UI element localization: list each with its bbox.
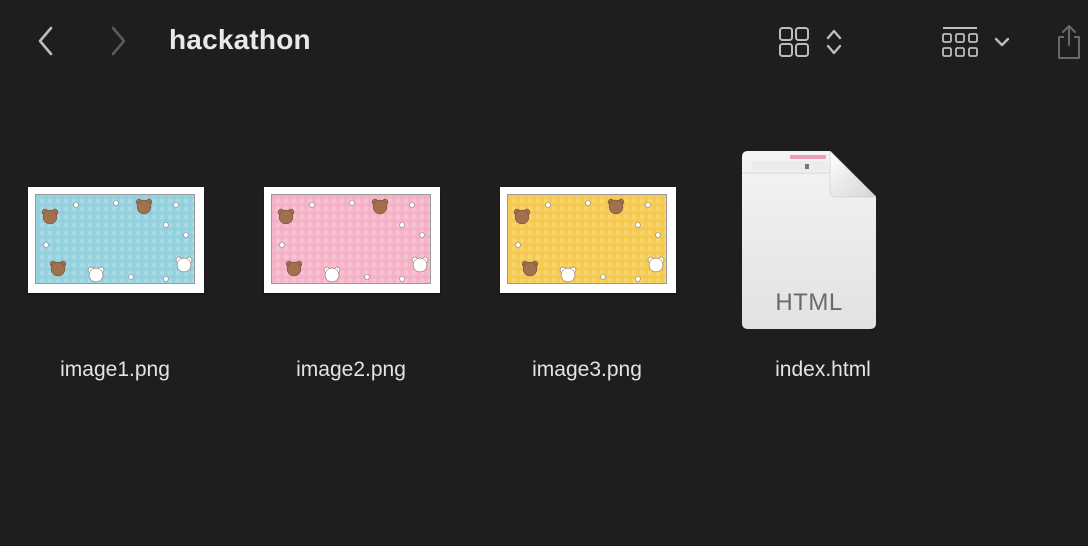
share-button[interactable] <box>1050 22 1088 62</box>
file-thumbnail <box>487 144 687 330</box>
file-name: image1.png <box>60 358 170 381</box>
file-thumbnail <box>251 144 451 330</box>
image-preview <box>507 194 667 284</box>
finder-window: hackathon image1.png image2.png image3.p… <box>0 0 1088 546</box>
share-icon <box>1058 25 1080 59</box>
toolbar: hackathon <box>0 0 1088 84</box>
file-item-image2[interactable]: image2.png <box>251 144 451 404</box>
window-title: hackathon <box>169 24 311 55</box>
file-item-image3[interactable]: image3.png <box>487 144 687 404</box>
file-type-badge: HTML <box>775 289 843 316</box>
group-by-button[interactable] <box>938 22 982 62</box>
file-grid: image1.png image2.png image3.png HTML in… <box>0 84 1088 546</box>
html-document-icon: HTML <box>742 150 877 329</box>
file-thumbnail <box>15 144 215 330</box>
file-name: image2.png <box>296 358 406 381</box>
view-mode-button[interactable] <box>776 22 812 62</box>
chevron-up-down-icon <box>826 29 842 55</box>
file-name: image3.png <box>532 358 642 381</box>
forward-button[interactable] <box>100 22 136 60</box>
file-item-index-html[interactable]: HTML index.html <box>723 144 923 404</box>
grid-view-icon <box>779 27 809 57</box>
chevron-left-icon <box>38 26 53 56</box>
file-thumbnail: HTML <box>723 144 923 330</box>
file-name: index.html <box>775 358 871 381</box>
chevron-down-icon <box>994 37 1010 47</box>
image-preview <box>35 194 195 284</box>
group-by-icon <box>942 27 978 57</box>
file-item-image1[interactable]: image1.png <box>15 144 215 404</box>
view-mode-toggle[interactable] <box>822 22 846 62</box>
chevron-right-icon <box>111 26 126 56</box>
group-by-toggle[interactable] <box>990 22 1014 62</box>
image-preview <box>271 194 431 284</box>
back-button[interactable] <box>28 22 64 60</box>
